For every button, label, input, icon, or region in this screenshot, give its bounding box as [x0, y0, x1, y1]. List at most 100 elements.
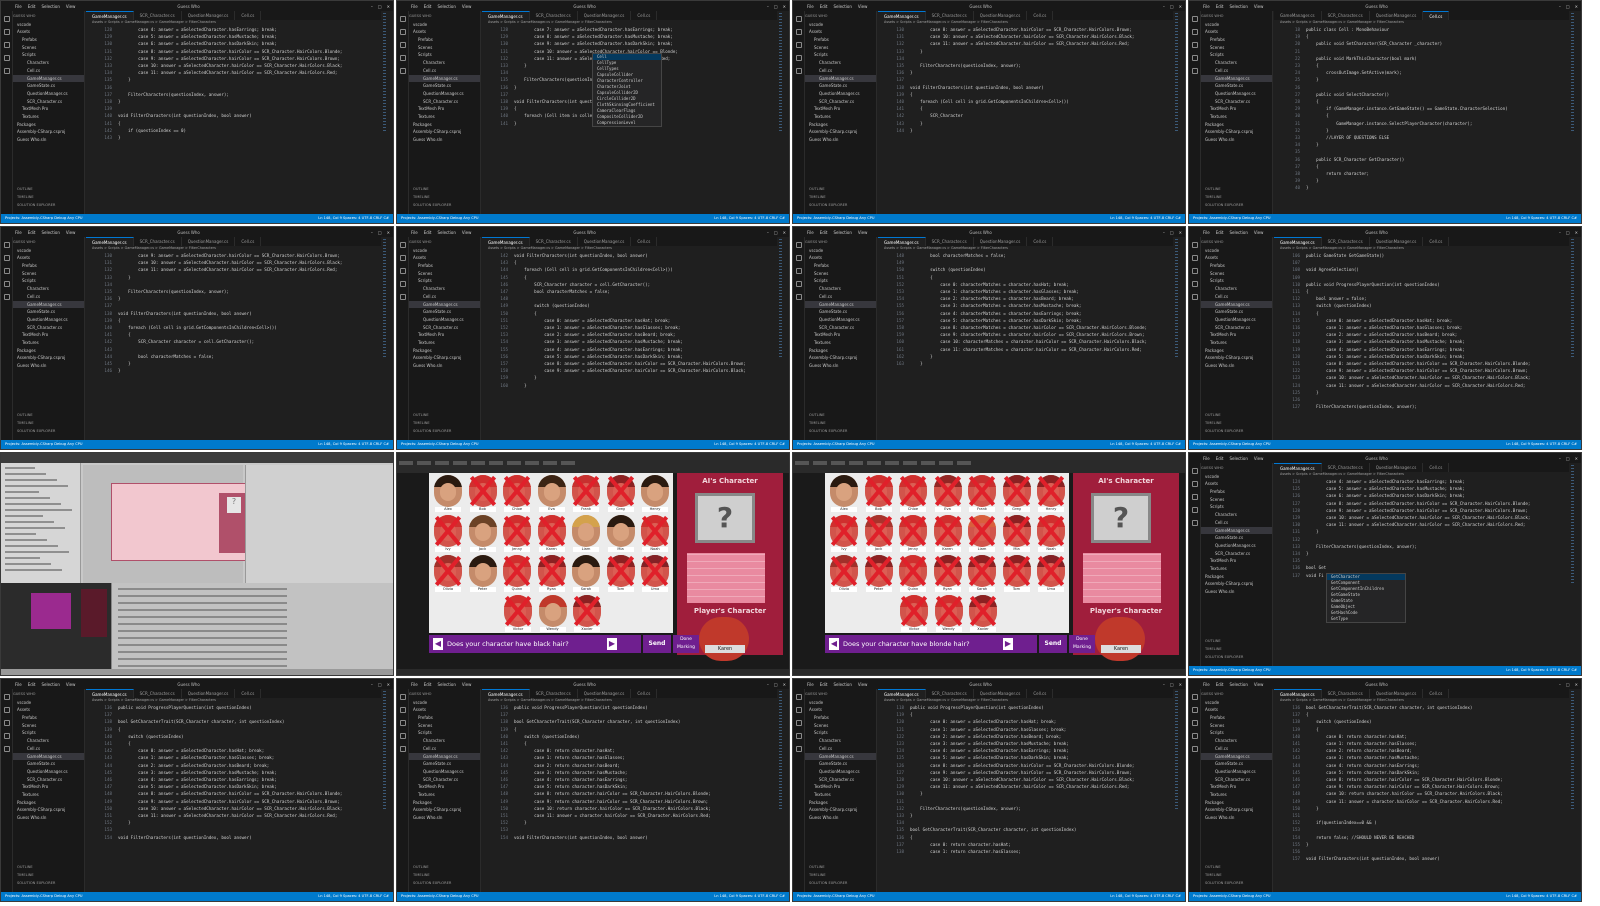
- code-editor[interactable]: GameManager.cs SCR_Character.cs QuestionMa…: [1274, 463, 1569, 666]
- search-icon[interactable]: [1191, 707, 1198, 713]
- extensions-icon[interactable]: [399, 294, 406, 300]
- status-left[interactable]: Projects: Assembly-CSharp Debug Any CPU: [5, 216, 83, 220]
- character-card[interactable]: Alex: [431, 473, 465, 513]
- explorer-item[interactable]: Packages: [13, 347, 84, 355]
- source-control-icon[interactable]: [795, 42, 802, 48]
- explorer-item[interactable]: Scripts: [805, 729, 876, 737]
- explorer-item[interactable]: QuestionManager.cs: [805, 768, 876, 776]
- explorer-icon[interactable]: [795, 242, 802, 248]
- tab-gamemanager-cs[interactable]: GameManager.cs: [86, 11, 134, 20]
- character-card[interactable]: Jenny: [500, 513, 534, 553]
- extensions-icon[interactable]: [399, 746, 406, 752]
- explorer-item[interactable]: Prefabs: [805, 714, 876, 722]
- search-icon[interactable]: [3, 255, 10, 261]
- explorer-footer-section[interactable]: SOLUTION EXPLORER: [1201, 654, 1272, 662]
- character-card[interactable]: Xavier: [966, 593, 1000, 633]
- explorer-item[interactable]: Assembly-CSharp.csproj: [805, 806, 876, 814]
- status-left[interactable]: Projects: Assembly-CSharp Debug Any CPU: [5, 442, 83, 446]
- explorer-item[interactable]: Textures: [805, 791, 876, 799]
- explorer-item[interactable]: GameManager.cs: [1201, 752, 1272, 761]
- source-control-icon[interactable]: [399, 720, 406, 726]
- explorer-item[interactable]: Guess Who.sln: [1201, 814, 1272, 822]
- character-card[interactable]: Eva: [931, 473, 965, 513]
- tab-scr-character-cs[interactable]: SCR_Character.cs: [530, 11, 578, 20]
- minimize-icon[interactable]: –: [1559, 230, 1561, 235]
- explorer-item[interactable]: Guess Who.sln: [1201, 136, 1272, 144]
- explorer-item[interactable]: vscode: [805, 247, 876, 255]
- explorer-footer-section[interactable]: TIMELINE: [805, 194, 876, 202]
- tab-cell-cs[interactable]: Cell.cs: [235, 11, 262, 20]
- explorer-item[interactable]: SCR_Character.cs: [409, 776, 480, 784]
- explorer-item[interactable]: Assembly-CSharp.csproj: [1201, 806, 1272, 814]
- explorer-item[interactable]: SCR_Character.cs: [13, 776, 84, 784]
- explorer-item[interactable]: TextMesh Pro: [1201, 331, 1272, 339]
- minimize-icon[interactable]: –: [371, 682, 373, 687]
- character-card[interactable]: Mia: [604, 513, 638, 553]
- explorer-item[interactable]: Scripts: [409, 729, 480, 737]
- explorer-footer-section[interactable]: SOLUTION EXPLORER: [409, 880, 480, 888]
- explorer-item[interactable]: Scenes: [13, 270, 84, 278]
- explorer-item[interactable]: Textures: [409, 113, 480, 121]
- search-icon[interactable]: [1191, 481, 1198, 487]
- explorer-item[interactable]: Scripts: [409, 277, 480, 285]
- explorer-item[interactable]: Assets: [409, 28, 480, 36]
- explorer-item[interactable]: Scripts: [1201, 729, 1272, 737]
- extensions-icon[interactable]: [1191, 294, 1198, 300]
- explorer-item[interactable]: Characters: [409, 285, 480, 293]
- explorer-item[interactable]: Guess Who.sln: [1201, 588, 1272, 596]
- character-card[interactable]: Frank: [965, 473, 999, 513]
- explorer-icon[interactable]: [3, 16, 10, 22]
- search-icon[interactable]: [1191, 29, 1198, 35]
- run-debug-icon[interactable]: [1191, 507, 1198, 513]
- explorer-item[interactable]: Guess Who.sln: [805, 362, 876, 370]
- tab-cell-cs[interactable]: Cell.cs: [631, 689, 658, 698]
- explorer-item[interactable]: Scenes: [409, 722, 480, 730]
- status-right[interactable]: Ln 148, Col 9 Spaces: 4 UTF-8 CRLF C#: [1110, 440, 1181, 449]
- send-button[interactable]: Send: [643, 635, 671, 653]
- explorer-item[interactable]: Characters: [1201, 511, 1272, 519]
- run-debug-icon[interactable]: [3, 733, 10, 739]
- close-icon[interactable]: ✕: [387, 230, 390, 235]
- search-icon[interactable]: [3, 707, 10, 713]
- minimap[interactable]: [777, 11, 789, 214]
- explorer-footer-section[interactable]: SOLUTION EXPLORER: [13, 428, 84, 436]
- menu-item[interactable]: View: [858, 230, 868, 235]
- character-card[interactable]: Ryan: [535, 553, 569, 593]
- tab-questionmanager-cs[interactable]: QuestionManager.cs: [1370, 689, 1424, 698]
- character-card[interactable]: Quinn: [896, 553, 930, 593]
- explorer-item[interactable]: Scenes: [13, 722, 84, 730]
- minimap[interactable]: [381, 237, 393, 440]
- explorer-item[interactable]: Scenes: [13, 44, 84, 52]
- menu-item[interactable]: Selection: [833, 4, 851, 9]
- explorer-item[interactable]: Textures: [13, 339, 84, 347]
- explorer-item[interactable]: Packages: [409, 121, 480, 129]
- explorer-item[interactable]: Prefabs: [13, 36, 84, 44]
- run-debug-icon[interactable]: [1191, 55, 1198, 61]
- extensions-icon[interactable]: [795, 68, 802, 74]
- explorer-footer-section[interactable]: OUTLINE: [409, 864, 480, 872]
- tab-scr-character-cs[interactable]: SCR_Character.cs: [134, 237, 182, 246]
- explorer-item[interactable]: Prefabs: [13, 262, 84, 270]
- explorer-item[interactable]: GameState.cs: [409, 760, 480, 768]
- explorer-item[interactable]: Cell.cs: [13, 745, 84, 753]
- explorer-footer-section[interactable]: SOLUTION EXPLORER: [13, 880, 84, 888]
- explorer-footer-section[interactable]: SOLUTION EXPLORER: [805, 880, 876, 888]
- search-icon[interactable]: [399, 707, 406, 713]
- character-card[interactable]: Frank: [569, 473, 603, 513]
- menu-item[interactable]: Selection: [41, 230, 59, 235]
- explorer-item[interactable]: Characters: [1201, 737, 1272, 745]
- menu-item[interactable]: Edit: [1216, 4, 1224, 9]
- tab-gamemanager-cs[interactable]: GameManager.cs: [482, 237, 530, 246]
- menu-item[interactable]: File: [807, 230, 814, 235]
- search-icon[interactable]: [1191, 255, 1198, 261]
- explorer-item[interactable]: Scripts: [805, 277, 876, 285]
- character-card[interactable]: Xavier: [570, 593, 604, 633]
- character-card[interactable]: Noah: [638, 513, 672, 553]
- explorer-item[interactable]: SCR_Character.cs: [1201, 776, 1272, 784]
- explorer-item[interactable]: vscode: [1201, 473, 1272, 481]
- explorer-item[interactable]: Scenes: [805, 270, 876, 278]
- explorer-item[interactable]: Prefabs: [409, 262, 480, 270]
- character-card[interactable]: Sarah: [965, 553, 999, 593]
- character-card[interactable]: Jack: [862, 513, 896, 553]
- explorer-footer-section[interactable]: OUTLINE: [1201, 638, 1272, 646]
